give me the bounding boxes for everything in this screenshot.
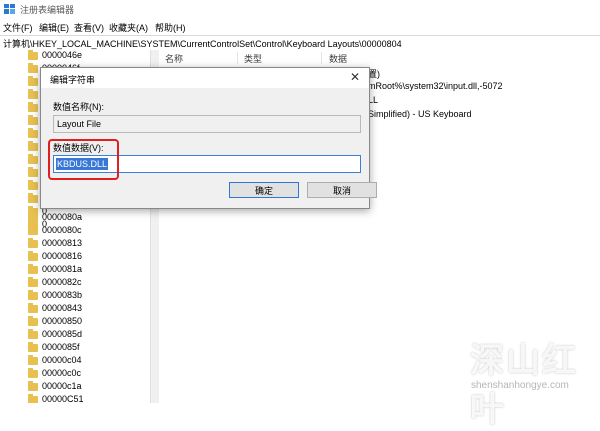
- value-cell[interactable]: Simplified) - US Keyboard: [368, 109, 472, 119]
- tree-item[interactable]: 0000046e: [28, 50, 148, 63]
- folder-icon: [28, 342, 38, 352]
- value-name-field: Layout File: [53, 115, 361, 133]
- folder-icon: [28, 355, 38, 365]
- address-bar[interactable]: 计算机\HKEY_LOCAL_MACHINE\SYSTEM\CurrentCon…: [0, 35, 600, 51]
- folder-icon: [28, 154, 38, 164]
- tree-item[interactable]: 00000813: [28, 238, 148, 251]
- folder-icon: [28, 290, 38, 300]
- folder-icon: [28, 316, 38, 326]
- watermark-url: shenshanhongye.com: [471, 380, 569, 391]
- tree-item[interactable]: 00000C51: [28, 394, 148, 403]
- folder-icon: [28, 329, 38, 339]
- folder-icon: [28, 212, 38, 222]
- tree-item[interactable]: 00000850: [28, 316, 148, 329]
- registry-editor-icon: [4, 4, 15, 14]
- column-data[interactable]: 数据: [329, 52, 347, 65]
- menu-help[interactable]: 帮助(H): [155, 21, 186, 34]
- tree-item[interactable]: 0000081a: [28, 264, 148, 277]
- tree-item[interactable]: 0000083b: [28, 290, 148, 303]
- value-name-text: Layout File: [57, 119, 102, 129]
- menu-view[interactable]: 查看(V): [74, 21, 104, 34]
- tree-item[interactable]: 00000816: [28, 251, 148, 264]
- window-titlebar: 注册表编辑器: [0, 0, 600, 18]
- tree-item[interactable]: 0000080a: [28, 212, 148, 225]
- column-type[interactable]: 类型: [244, 52, 262, 65]
- tree-item[interactable]: 0000080c: [28, 225, 148, 238]
- folder-icon: [28, 394, 38, 403]
- tree-item[interactable]: 00000c04: [28, 355, 148, 368]
- menu-edit[interactable]: 编辑(E): [39, 21, 69, 34]
- folder-icon: [28, 50, 38, 60]
- value-cell[interactable]: mRoot%\system32\input.dll,-5072: [368, 81, 503, 91]
- window-title: 注册表编辑器: [20, 5, 75, 15]
- folder-icon: [28, 76, 38, 86]
- ok-button[interactable]: 确定: [229, 182, 299, 198]
- folder-icon: [28, 193, 38, 203]
- menu-bar: 文件(F) 编辑(E) 查看(V) 收藏夹(A) 帮助(H): [0, 18, 600, 34]
- tree-item[interactable]: 00000843: [28, 303, 148, 316]
- tree-item[interactable]: 0000085f: [28, 342, 148, 355]
- edit-string-dialog: 编辑字符串 ✕ 数值名称(N): Layout File 数值数据(V): KB…: [40, 67, 377, 209]
- tree-item[interactable]: 00000c0c: [28, 368, 148, 381]
- folder-icon: [28, 102, 38, 112]
- value-name-label: 数值名称(N):: [53, 102, 104, 112]
- folder-icon: [28, 115, 38, 125]
- column-separator[interactable]: [321, 52, 322, 64]
- close-icon[interactable]: ✕: [349, 71, 361, 83]
- tree-item[interactable]: 00000c1a: [28, 381, 148, 394]
- folder-icon: [28, 381, 38, 391]
- folder-icon: [28, 368, 38, 378]
- folder-icon: [28, 128, 38, 138]
- column-separator[interactable]: [237, 52, 238, 64]
- folder-icon: [28, 251, 38, 261]
- folder-icon: [28, 141, 38, 151]
- folder-icon: [28, 63, 38, 73]
- folder-icon: [28, 303, 38, 313]
- cancel-button[interactable]: 取消: [307, 182, 377, 198]
- dialog-title: 编辑字符串: [50, 75, 96, 85]
- folder-icon: [28, 238, 38, 248]
- menu-file[interactable]: 文件(F): [3, 21, 33, 34]
- folder-icon: [28, 180, 38, 190]
- folder-icon: [28, 89, 38, 99]
- folder-icon: [28, 225, 38, 235]
- folder-icon: [28, 277, 38, 287]
- address-path[interactable]: 计算机\HKEY_LOCAL_MACHINE\SYSTEM\CurrentCon…: [3, 37, 402, 50]
- column-name[interactable]: 名称: [165, 52, 183, 65]
- folder-icon: [28, 264, 38, 274]
- menu-favorites[interactable]: 收藏夹(A): [109, 21, 148, 34]
- highlight-annotation: [48, 139, 119, 180]
- tree-item[interactable]: 0000082c: [28, 277, 148, 290]
- dialog-titlebar: 编辑字符串 ✕: [41, 68, 369, 88]
- tree-item[interactable]: 0000085d: [28, 329, 148, 342]
- folder-icon: [28, 167, 38, 177]
